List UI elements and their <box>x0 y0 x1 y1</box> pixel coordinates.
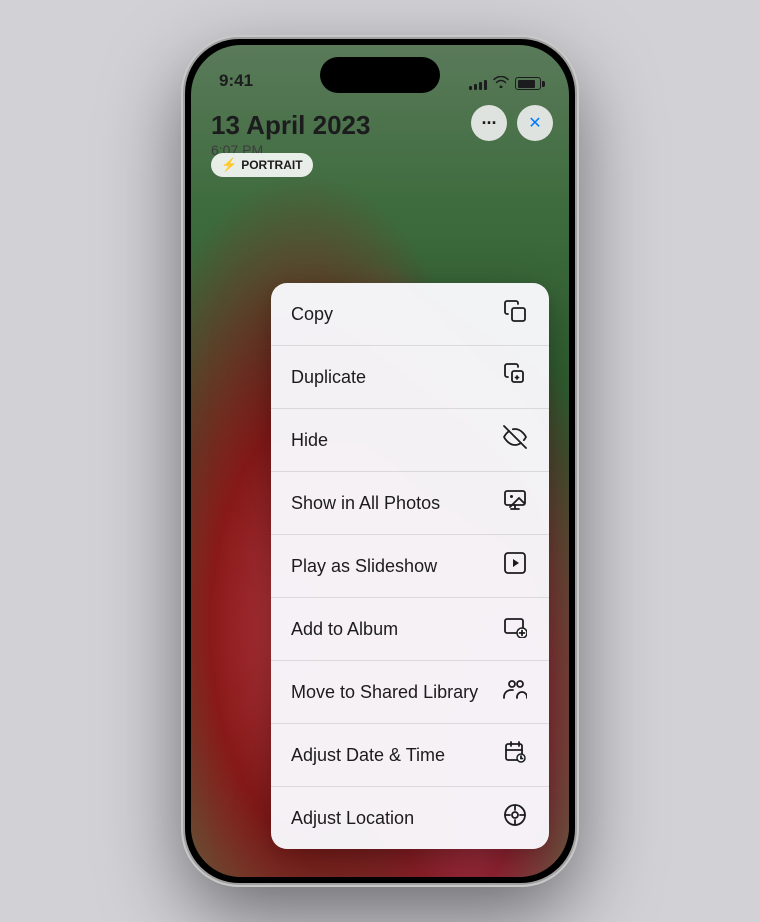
adjust-date-icon <box>501 740 529 770</box>
menu-item-slideshow[interactable]: Play as Slideshow <box>271 535 549 598</box>
copy-icon <box>501 299 529 329</box>
adjust-location-icon <box>501 803 529 833</box>
menu-item-adjust-location-label: Adjust Location <box>291 808 414 829</box>
menu-item-adjust-location[interactable]: Adjust Location <box>271 787 549 849</box>
more-button[interactable]: ··· <box>471 105 507 141</box>
add-album-icon <box>501 614 529 644</box>
phone-screen: 9:41 <box>191 45 569 877</box>
battery-icon <box>515 77 541 90</box>
menu-item-shared-library-label: Move to Shared Library <box>291 682 478 703</box>
menu-item-duplicate-label: Duplicate <box>291 367 366 388</box>
menu-item-shared-library[interactable]: Move to Shared Library <box>271 661 549 724</box>
menu-item-show-all-photos-label: Show in All Photos <box>291 493 440 514</box>
portrait-label: PORTRAIT <box>241 158 302 172</box>
show-all-photos-icon <box>501 488 529 518</box>
status-time: 9:41 <box>219 71 253 91</box>
status-icons <box>469 76 541 91</box>
menu-item-hide[interactable]: Hide <box>271 409 549 472</box>
menu-item-duplicate[interactable]: Duplicate <box>271 346 549 409</box>
slideshow-icon <box>501 551 529 581</box>
menu-item-copy[interactable]: Copy <box>271 283 549 346</box>
phone-frame: 9:41 <box>185 39 575 883</box>
portrait-icon: ⚡ <box>221 157 237 173</box>
portrait-badge[interactable]: ⚡ PORTRAIT <box>211 153 313 177</box>
menu-item-adjust-date-label: Adjust Date & Time <box>291 745 445 766</box>
shared-library-icon <box>501 677 529 707</box>
duplicate-icon <box>501 362 529 392</box>
menu-item-hide-label: Hide <box>291 430 328 451</box>
menu-item-add-album-label: Add to Album <box>291 619 398 640</box>
menu-item-add-album[interactable]: Add to Album <box>271 598 549 661</box>
menu-item-copy-label: Copy <box>291 304 333 325</box>
close-button[interactable]: ✕ <box>517 105 553 141</box>
menu-item-adjust-date[interactable]: Adjust Date & Time <box>271 724 549 787</box>
top-bar-actions: ··· ✕ <box>471 105 553 141</box>
close-icon: ✕ <box>528 113 541 133</box>
hide-icon <box>501 425 529 455</box>
wifi-icon <box>493 76 509 91</box>
dynamic-island <box>320 57 440 93</box>
battery-fill <box>518 80 536 88</box>
more-icon: ··· <box>482 113 497 134</box>
context-menu: Copy Duplicate <box>271 283 549 849</box>
menu-item-slideshow-label: Play as Slideshow <box>291 556 437 577</box>
menu-item-show-all-photos[interactable]: Show in All Photos <box>271 472 549 535</box>
signal-icon <box>469 78 487 90</box>
